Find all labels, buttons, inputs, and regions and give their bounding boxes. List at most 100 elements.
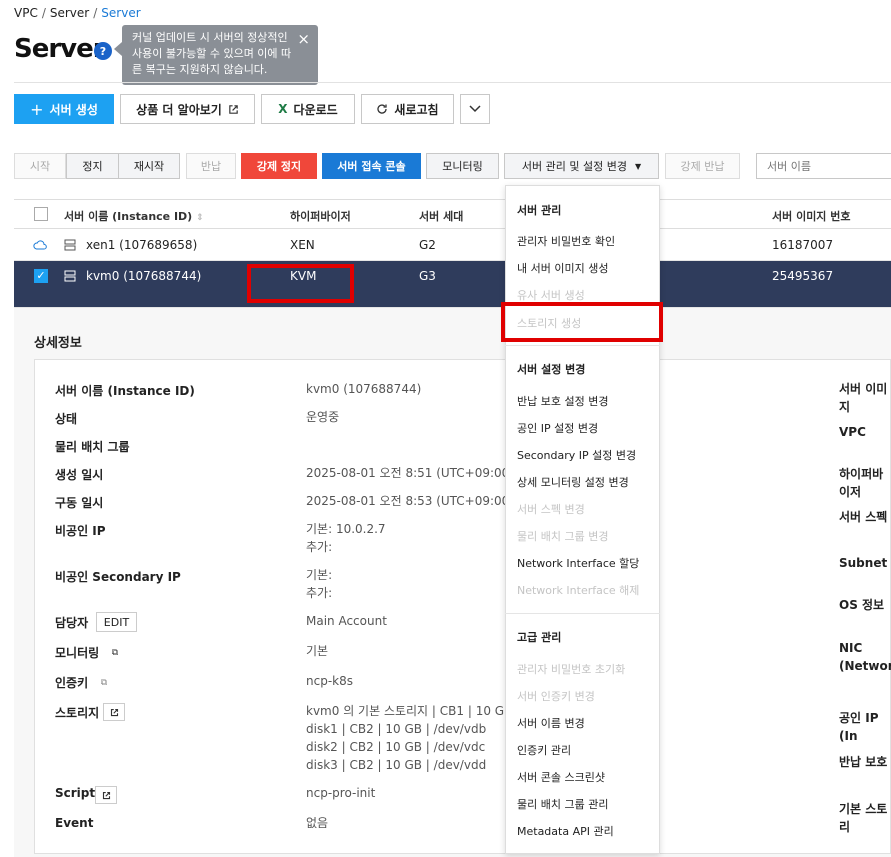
label-storage: 스토리지 [55,706,100,720]
value-monitoring: 기본 [306,644,329,658]
external-link-icon[interactable] [103,703,125,721]
label-nic-network: (Network [839,659,891,673]
learn-more-button[interactable]: 상품 더 알아보기 [120,94,255,124]
menu-item-change-spec[interactable]: 서버 스펙 변경 [517,501,585,517]
menu-divider [505,345,660,346]
value-owner: Main Account [306,614,387,628]
menu-section-server-manage: 서버 관리 [517,204,562,217]
label-secondary-ip: 비공인 Secondary IP [55,570,181,584]
monitoring-button[interactable]: 모니터링 [426,153,499,179]
label-placement-group: 물리 배치 그룹 [55,440,130,454]
menu-item-rename-server[interactable]: 서버 이름 변경 [517,715,585,731]
value-created: 2025-08-01 오전 8:51 (UTC+09:00) [306,466,514,480]
value-script: ncp-pro-init [306,786,376,800]
restart-button[interactable]: 재시작 [118,153,180,179]
tooltip-text: 커널 업데이트 시 서버의 정상적인 사용이 불가능할 수 있으며 이에 따른 … [132,31,292,76]
label-vpc: VPC [839,425,866,439]
breadcrumb: VPC / Server / Server [14,6,141,20]
breadcrumb-current: Server [101,6,141,20]
value-auth-key: ncp-k8s [306,674,353,688]
table-row-selected[interactable]: ✓ kvm0 (107688744) KVM G3 25495367 [14,261,891,308]
column-header-hypervisor[interactable]: 하이퍼바이저 [290,208,351,224]
generation: G2 [419,238,436,252]
label-created: 생성 일시 [55,468,104,482]
help-icon[interactable]: ? [94,42,112,60]
label-started: 구동 일시 [55,496,104,510]
return-button[interactable]: 반납 [186,153,236,179]
menu-item-detail-monitoring[interactable]: 상세 모니터링 설정 변경 [517,474,629,490]
table-header: 서버 이름 (Instance ID) ⇕ 하이퍼바이저 서버 세대 서버 이미… [14,199,891,229]
column-header-generation[interactable]: 서버 세대 [419,208,463,224]
menu-item-create-similar-server[interactable]: 유사 서버 생성 [517,287,585,303]
kernel-update-tooltip: 커널 업데이트 시 서버의 정상적인 사용이 불가능할 수 있으며 이에 따른 … [114,25,318,85]
column-header-image[interactable]: 서버 이미지 번호 [772,208,851,224]
menu-item-public-ip[interactable]: 공인 IP 설정 변경 [517,420,598,436]
force-return-button[interactable]: 강제 반납 [665,153,740,179]
server-console-button[interactable]: 서버 접속 콘솔 [322,153,421,179]
menu-item-return-protection[interactable]: 반납 보호 설정 변경 [517,393,608,409]
menu-item-reset-admin-password[interactable]: 관리자 비밀번호 초기화 [517,661,625,677]
row-checkbox[interactable]: ✓ [34,269,48,283]
force-stop-button[interactable]: 강제 정지 [241,153,317,179]
column-header-name[interactable]: 서버 이름 (Instance ID) ⇕ [64,208,204,224]
menu-section-advanced: 고급 관리 [517,631,562,644]
server-icon [64,239,76,251]
menu-item-assign-network-interface[interactable]: Network Interface 할당 [517,555,639,571]
caret-down-icon: ▼ [634,161,642,171]
cloud-icon [33,240,47,250]
menu-section-server-settings: 서버 설정 변경 [517,363,586,376]
detail-box [34,359,891,854]
more-dropdown-button[interactable] [460,94,490,124]
menu-item-change-placement[interactable]: 물리 배치 그룹 변경 [517,528,608,544]
server-name-search-input[interactable] [756,153,891,179]
label-return-protection: 반납 보호 [839,755,888,769]
stop-button[interactable]: 정지 [66,153,119,179]
page-title: Server [14,34,106,64]
menu-item-release-network-interface[interactable]: Network Interface 해제 [517,582,639,598]
breadcrumb-vpc[interactable]: VPC [14,6,38,20]
value-secondary-ip: 기본: 추가: [306,568,333,600]
external-link-icon[interactable] [95,786,117,804]
sort-icon: ⇕ [196,213,204,223]
divider [14,82,891,83]
highlight-box-kvm [247,264,354,303]
refresh-button[interactable]: 새로고침 [361,94,454,124]
close-icon[interactable]: × [297,31,310,47]
breadcrumb-separator: / [93,6,98,20]
menu-item-change-auth-key[interactable]: 서버 인증키 변경 [517,688,595,704]
menu-item-manage-auth-key[interactable]: 인증키 관리 [517,742,571,758]
menu-item-console-screenshot[interactable]: 서버 콘솔 스크린샷 [517,769,605,785]
value-server-name: kvm0 (107688744) [306,382,422,396]
menu-item-secondary-ip[interactable]: Secondary IP 설정 변경 [517,447,636,463]
download-button[interactable]: X 다운로드 [261,94,355,124]
refresh-icon [377,104,388,114]
breadcrumb-separator: / [41,6,46,20]
label-server-spec: 서버 스펙 [839,510,888,524]
copy-icon[interactable]: ⧉ [104,644,126,662]
server-manage-dropdown[interactable]: 서버 관리 및 설정 변경 ▼ [504,153,659,179]
excel-icon: X [278,102,288,116]
value-event: 없음 [306,816,329,830]
create-server-button[interactable]: + 서버 생성 [14,94,114,124]
menu-item-metadata-api[interactable]: Metadata API 관리 [517,823,614,839]
server-name: kvm0 (107688744) [86,269,202,283]
start-button[interactable]: 시작 [14,153,66,179]
menu-item-check-admin-password[interactable]: 관리자 비밀번호 확인 [517,233,615,249]
select-all-checkbox[interactable] [34,207,48,221]
label-public-ip: 공인 IP (In [839,711,879,743]
label-script: Script [55,786,96,800]
image-number: 25495367 [772,269,834,283]
edit-owner-button[interactable]: EDIT [96,612,137,632]
label-hypervisor: 하이퍼바이저 [839,467,884,499]
copy-icon[interactable]: ⧉ [93,674,115,692]
label-subnet: Subnet [839,556,888,570]
value-started: 2025-08-01 오전 8:53 (UTC+09:00) [306,494,514,508]
label-nic: NIC [839,641,863,655]
generation: G3 [419,269,436,283]
menu-item-create-server-image[interactable]: 내 서버 이미지 생성 [517,260,608,276]
label-os-info: OS 정보 [839,598,885,612]
breadcrumb-server[interactable]: Server [50,6,89,20]
table-row[interactable]: xen1 (107689658) XEN G2 16187007 [14,230,891,261]
label-owner: 담당자 [55,616,89,630]
menu-item-placement-group-manage[interactable]: 물리 배치 그룹 관리 [517,796,608,812]
